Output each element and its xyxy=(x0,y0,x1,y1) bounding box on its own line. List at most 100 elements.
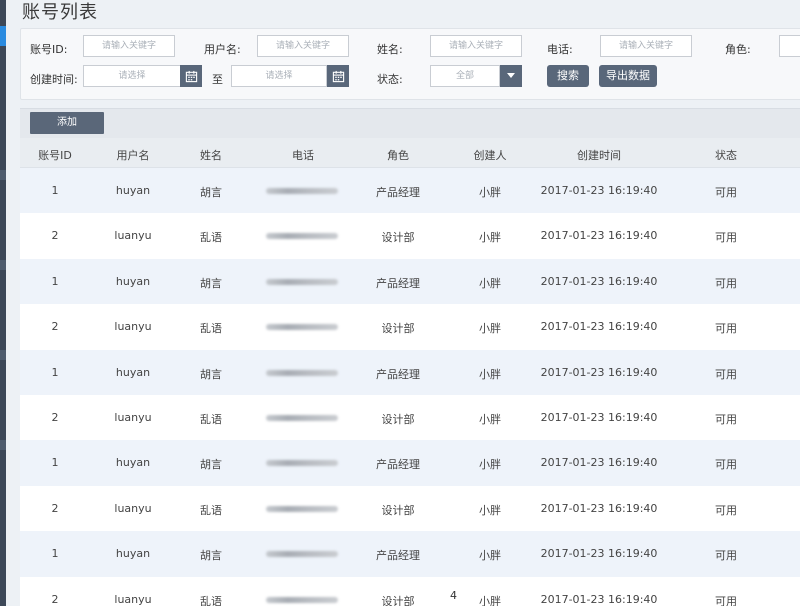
filter-panel: 账号ID: 用户名: 姓名: 电话: 角色: 创建时间: 至 xyxy=(20,28,800,100)
cell-account-id: 1 xyxy=(51,456,59,470)
column-header-phone[interactable]: 电话 xyxy=(292,147,314,163)
cell-role: 设计部 xyxy=(381,412,415,426)
cell-name: 乱语 xyxy=(200,322,222,336)
cell-name: 乱语 xyxy=(200,594,222,606)
date-start-calendar-button[interactable] xyxy=(180,65,202,87)
cell-created-time: 2017-01-23 16:19:40 xyxy=(540,410,658,424)
cell-name: 胡言 xyxy=(200,367,222,381)
left-nav-divider xyxy=(0,350,6,360)
cell-creator: 小胖 xyxy=(479,594,501,606)
column-header-created-time[interactable]: 创建时间 xyxy=(577,147,621,163)
table-row[interactable]: 2 luanyu 乱语 设计部 小胖 2017-01-23 16:19:40 可用 xyxy=(20,394,800,441)
stray-page-number: 4 xyxy=(450,588,457,602)
left-nav-rail xyxy=(0,0,6,606)
cell-name: 乱语 xyxy=(200,231,222,245)
cell-name: 胡言 xyxy=(200,458,222,472)
cell-creator: 小胖 xyxy=(479,231,501,245)
column-header-account-id[interactable]: 账号ID xyxy=(38,147,72,163)
table-row[interactable]: 1 huyan 胡言 产品经理 小胖 2017-01-23 16:19:40 可用 xyxy=(20,440,800,486)
created-time-label: 创建时间: xyxy=(30,73,78,86)
cell-account-id: 1 xyxy=(51,365,59,379)
column-header-role[interactable]: 角色 xyxy=(387,147,409,163)
name-label: 姓名: xyxy=(377,43,403,56)
cell-phone-redacted xyxy=(266,233,338,240)
cell-status: 可用 xyxy=(715,549,737,563)
cell-role: 产品经理 xyxy=(376,549,420,563)
status-select[interactable]: 全部 xyxy=(430,65,500,87)
table-toolbar: 添加 xyxy=(20,108,800,138)
cell-creator: 小胖 xyxy=(479,322,501,336)
cell-created-time: 2017-01-23 16:19:40 xyxy=(540,229,658,243)
cell-username: luanyu xyxy=(114,592,152,606)
table-row[interactable]: 1 huyan 胡言 产品经理 小胖 2017-01-23 16:19:40 可用 xyxy=(20,349,800,395)
cell-role: 设计部 xyxy=(381,594,415,606)
column-header-username[interactable]: 用户名 xyxy=(117,147,150,163)
cell-account-id: 2 xyxy=(51,320,59,334)
table-row[interactable]: 2 luanyu 乱语 设计部 小胖 2017-01-23 16:19:40 可用 xyxy=(20,213,800,259)
date-end-calendar-button[interactable] xyxy=(327,65,349,87)
cell-role: 产品经理 xyxy=(376,367,420,381)
role-label: 角色: xyxy=(725,43,751,56)
cell-username: luanyu xyxy=(114,501,152,515)
column-header-status[interactable]: 状态 xyxy=(715,147,737,163)
table-row[interactable]: 1 huyan 胡言 产品经理 小胖 2017-01-23 16:19:40 可用 xyxy=(20,531,800,577)
table-row[interactable]: 2 luanyu 乱语 设计部 小胖 2017-01-23 16:19:40 可用 xyxy=(20,304,800,350)
cell-name: 乱语 xyxy=(200,412,222,426)
left-nav-divider xyxy=(0,170,6,180)
cell-phone-redacted xyxy=(266,278,338,285)
cell-status: 可用 xyxy=(715,231,737,245)
left-nav-divider xyxy=(0,260,6,270)
cell-username: huyan xyxy=(115,456,151,470)
cell-username: huyan xyxy=(115,274,151,288)
column-header-creator[interactable]: 创建人 xyxy=(474,147,507,163)
cell-created-time: 2017-01-23 16:19:40 xyxy=(540,592,658,606)
cell-role: 设计部 xyxy=(381,503,415,517)
cell-phone-redacted xyxy=(266,460,338,467)
search-button[interactable]: 搜索 xyxy=(547,65,589,87)
export-data-button[interactable]: 导出数据 xyxy=(599,65,657,87)
cell-phone-redacted xyxy=(266,596,338,603)
cell-role: 产品经理 xyxy=(376,276,420,290)
cell-status: 可用 xyxy=(715,276,737,290)
calendar-icon xyxy=(185,70,197,82)
table-row[interactable]: 2 luanyu 乱语 设计部 小胖 2017-01-23 16:19:40 可用 4 xyxy=(20,576,800,606)
left-nav-active-indicator xyxy=(0,26,6,46)
date-range-to-label: 至 xyxy=(212,73,223,86)
cell-status: 可用 xyxy=(715,503,737,517)
cell-status: 可用 xyxy=(715,412,737,426)
date-end-input[interactable] xyxy=(231,65,327,87)
table-row[interactable]: 2 luanyu 乱语 设计部 小胖 2017-01-23 16:19:40 可用 xyxy=(20,485,800,532)
table-body: 1 huyan 胡言 产品经理 小胖 2017-01-23 16:19:40 可用 2 luan… xyxy=(20,168,800,606)
cell-created-time: 2017-01-23 16:19:40 xyxy=(540,456,658,470)
cell-creator: 小胖 xyxy=(479,276,501,290)
cell-creator: 小胖 xyxy=(479,549,501,563)
column-header-name[interactable]: 姓名 xyxy=(200,147,222,163)
cell-username: luanyu xyxy=(114,320,152,334)
cell-status: 可用 xyxy=(715,458,737,472)
cell-created-time: 2017-01-23 16:19:40 xyxy=(540,501,658,515)
status-label: 状态: xyxy=(377,73,403,86)
table-row[interactable]: 1 huyan 胡言 产品经理 小胖 2017-01-23 16:19:40 可用 xyxy=(20,168,800,214)
status-dropdown-button[interactable] xyxy=(500,65,522,87)
table-row[interactable]: 1 huyan 胡言 产品经理 小胖 2017-01-23 16:19:40 可用 xyxy=(20,258,800,305)
cell-name: 乱语 xyxy=(200,503,222,517)
cell-phone-redacted xyxy=(266,369,338,376)
add-button[interactable]: 添加 xyxy=(30,112,104,134)
account-id-input[interactable] xyxy=(83,35,175,57)
cell-name: 胡言 xyxy=(200,549,222,563)
table-header: 账号ID 用户名 姓名 电话 角色 创建人 创建时间 状态 xyxy=(20,138,800,168)
cell-created-time: 2017-01-23 16:19:40 xyxy=(540,184,658,197)
phone-input[interactable] xyxy=(600,35,692,57)
date-start-input[interactable] xyxy=(83,65,181,87)
cell-status: 可用 xyxy=(715,594,737,606)
cell-created-time: 2017-01-23 16:19:40 xyxy=(540,320,658,334)
cell-created-time: 2017-01-23 16:19:40 xyxy=(540,365,658,379)
name-input[interactable] xyxy=(430,35,522,57)
cell-status: 可用 xyxy=(715,186,737,199)
cell-created-time: 2017-01-23 16:19:40 xyxy=(540,274,658,288)
caret-down-icon xyxy=(507,73,515,78)
left-nav-divider xyxy=(0,440,6,450)
cell-account-id: 2 xyxy=(51,229,59,243)
username-input[interactable] xyxy=(257,35,349,57)
role-select[interactable] xyxy=(779,35,800,57)
